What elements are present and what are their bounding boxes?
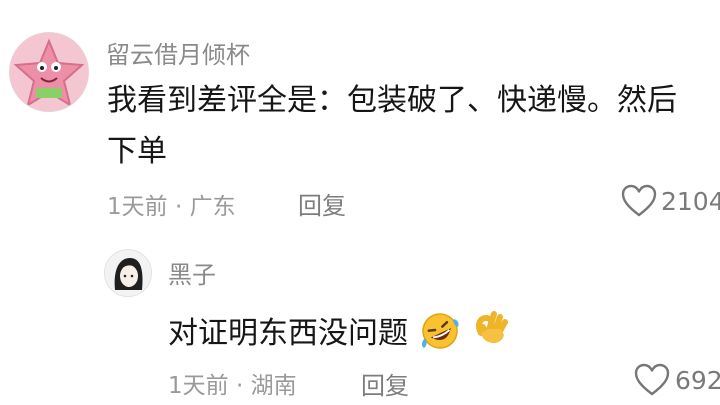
comment-text-content: 对证明东西没问题	[168, 316, 408, 351]
avatar[interactable]	[9, 32, 89, 112]
anime-girl-avatar-icon	[105, 250, 151, 296]
ok-hand-icon	[471, 309, 511, 357]
comment-meta: 1天前 · 广东	[107, 194, 236, 220]
reply-button[interactable]: 回复	[298, 186, 346, 221]
like-count: 2104	[661, 187, 720, 216]
rolling-on-floor-laughing-icon	[420, 311, 460, 357]
comment-text-continued: 下单	[107, 134, 167, 169]
reply-button[interactable]: 回复	[361, 366, 409, 401]
like-button[interactable]	[634, 363, 670, 401]
comment-meta: 1天前 · 湖南	[168, 373, 297, 399]
username[interactable]: 黑子	[168, 255, 216, 290]
like-button[interactable]	[621, 184, 657, 222]
username[interactable]: 留云借月倾杯	[106, 35, 250, 70]
heart-icon	[634, 363, 670, 396]
patrick-star-avatar-icon	[10, 33, 88, 111]
comment-text: 我看到差评全是：包装破了、快递慢。然后	[107, 83, 677, 118]
comment-text: 对证明东西没问题	[168, 309, 511, 357]
like-count: 692	[675, 366, 720, 395]
avatar[interactable]	[104, 249, 152, 297]
heart-icon	[621, 184, 657, 217]
